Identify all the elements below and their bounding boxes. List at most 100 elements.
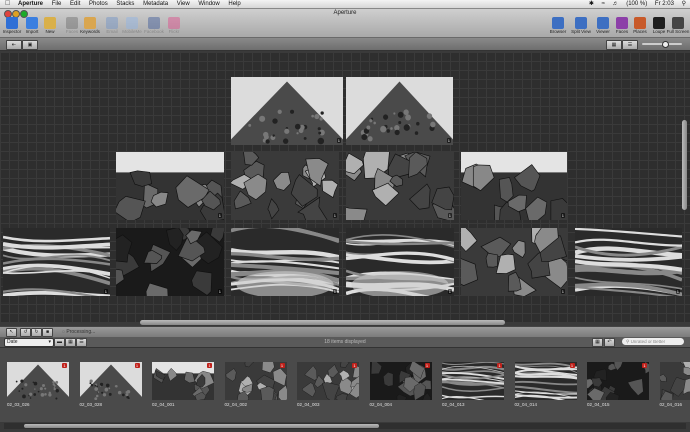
volume-icon[interactable]: ♬ — [613, 1, 619, 7]
photo-tile[interactable]: 1 — [346, 152, 454, 220]
browser-toolbar: ⇤ ▣ ▦ ☰ — [0, 38, 690, 51]
filmstrip-scroll-knob[interactable] — [24, 424, 379, 428]
photo-browser-button[interactable]: ▣ — [22, 40, 38, 50]
version-badge: 1 — [279, 363, 285, 368]
photo-tile[interactable]: 1 — [3, 228, 110, 296]
thumbnail-label: 02_03_028 — [79, 402, 103, 407]
photo-tile[interactable]: 1 — [116, 228, 224, 296]
photo-image — [587, 362, 649, 400]
clock[interactable]: Fr 2:03 — [655, 1, 674, 7]
menu-view[interactable]: View — [177, 1, 190, 7]
apple-menu-icon[interactable]:  — [5, 0, 10, 8]
photo-badge: 1 — [336, 138, 341, 143]
photo-tile[interactable]: 1 — [461, 152, 567, 220]
faces-icon — [66, 17, 78, 29]
spotlight-icon[interactable]: ⚲ — [682, 1, 686, 7]
menu-metadata[interactable]: Metadata — [143, 1, 168, 7]
filter-bar: Date ▾ ▬ ▦ ☰ 18 items displayed ▦ ↶ ⚲ Un… — [0, 337, 690, 348]
mobileme-button[interactable]: MobileMe — [120, 17, 144, 37]
thumbnail-size-slider[interactable] — [642, 41, 682, 48]
places-icon — [634, 17, 646, 29]
bluetooth-icon[interactable]: ✱ — [589, 1, 594, 7]
menu-window[interactable]: Window — [198, 1, 219, 7]
photo-badge: 1 — [560, 289, 565, 294]
filmstrip-thumbnail[interactable]: 1 — [79, 362, 142, 400]
mobileme-label: MobileMe — [122, 29, 142, 34]
photo-image — [152, 362, 214, 400]
horizontal-scrollbar[interactable] — [140, 320, 505, 325]
filmstrip-thumbnail[interactable]: 1 — [514, 362, 577, 400]
menu-edit[interactable]: Edit — [70, 1, 80, 7]
grid-view-button[interactable]: ▦ — [606, 40, 622, 50]
photo-tile[interactable]: 1 — [231, 228, 339, 296]
full-screen-label: Full Screen — [666, 29, 690, 34]
version-badge: 1 — [642, 363, 647, 368]
library-toggle-button[interactable]: ⇤ — [6, 40, 22, 50]
photo-tile[interactable]: 1 — [231, 152, 339, 220]
menu-photos[interactable]: Photos — [89, 1, 108, 7]
version-badge: 1 — [134, 363, 140, 368]
photo-image — [442, 362, 504, 400]
list-view-button[interactable]: ☰ — [622, 40, 638, 50]
full-screen-button[interactable]: Full Screen — [666, 17, 690, 37]
menu-aperture[interactable]: Aperture — [18, 1, 43, 7]
split-view-label: Split View — [571, 29, 591, 34]
keywords-label: Keywords — [80, 29, 100, 34]
activity-spinner-icon: ◌ — [62, 329, 65, 335]
photo-badge: 1 — [447, 289, 452, 294]
selection-tool-button[interactable]: ↖ — [6, 328, 17, 337]
import-filter-button[interactable]: ▦ — [592, 338, 603, 347]
filmstrip-thumbnail[interactable]: 1 — [442, 362, 504, 400]
photo-badge: 1 — [560, 213, 565, 218]
vertical-scrollbar[interactable] — [682, 120, 687, 210]
photo-image — [297, 362, 359, 400]
new-button[interactable]: New — [38, 17, 62, 37]
photo-image — [231, 77, 343, 145]
keywords-button[interactable]: Keywords — [78, 17, 102, 37]
photo-image — [514, 362, 577, 400]
photo-image — [116, 152, 224, 220]
search-placeholder: Unrated or Better — [630, 339, 666, 344]
slider-knob[interactable] — [662, 41, 669, 48]
battery-status[interactable]: (100 %) — [626, 1, 647, 7]
filmstrip-thumbnail[interactable]: 1 — [224, 362, 287, 400]
wifi-icon[interactable]: ≈ — [602, 1, 605, 7]
photo-tile[interactable]: 1 — [346, 77, 453, 145]
filmstrip-thumbnail[interactable]: 1 — [369, 362, 432, 400]
thumbnail-label: 02_04_016 — [659, 402, 683, 407]
photo-tile[interactable]: 1 — [461, 228, 567, 296]
window-toolbar: Aperture Inspector Import New Faces Keywords… — [0, 9, 690, 38]
photo-tile[interactable]: 1 — [231, 77, 343, 145]
filmstrip-thumbnail[interactable]: 1 — [297, 362, 359, 400]
undo-filter-button[interactable]: ↶ — [604, 338, 615, 347]
photo-image — [346, 152, 454, 220]
photo-image — [369, 362, 432, 400]
photo-badge: 1 — [446, 138, 451, 143]
rotate-right-button[interactable]: ↻ — [31, 328, 42, 337]
split-view-button[interactable]: Split View — [569, 17, 593, 37]
menu-extras: ✱ ≈ ♬ (100 %) Fr 2:03 ⚲ — [583, 0, 686, 8]
photo-image — [461, 152, 567, 220]
info-icon — [6, 17, 18, 29]
filmstrip-thumbnail[interactable]: 1 — [587, 362, 649, 400]
stamp-button[interactable]: ■ — [42, 328, 53, 337]
rotate-left-button[interactable]: ↺ — [20, 328, 31, 337]
photo-tile[interactable]: 1 — [116, 152, 224, 220]
filmstrip-thumbnail[interactable]: 1 — [7, 362, 69, 400]
version-badge: 1 — [497, 363, 502, 368]
browser-button[interactable]: Browser — [546, 17, 570, 37]
photo-tile[interactable]: 1 — [575, 228, 682, 296]
filmstrip-thumbnail[interactable]: 1 — [659, 362, 690, 400]
search-input[interactable]: ⚲ Unrated or Better — [622, 338, 684, 345]
filmstrip-scrollbar[interactable] — [4, 423, 686, 429]
thumbnail-label: 02_04_014 — [514, 402, 538, 407]
processing-status: Processing... — [66, 329, 96, 335]
flickr-button[interactable]: Flickr — [162, 17, 186, 37]
browser-icon — [552, 17, 564, 29]
photo-tile[interactable]: 1 — [346, 228, 454, 296]
menu-file[interactable]: File — [52, 1, 62, 7]
filmstrip-thumbnail[interactable]: 1 — [152, 362, 214, 400]
menu-stacks[interactable]: Stacks — [116, 1, 134, 7]
thumbnail-label: 02_04_004 — [369, 402, 393, 407]
menu-help[interactable]: Help — [228, 1, 240, 7]
